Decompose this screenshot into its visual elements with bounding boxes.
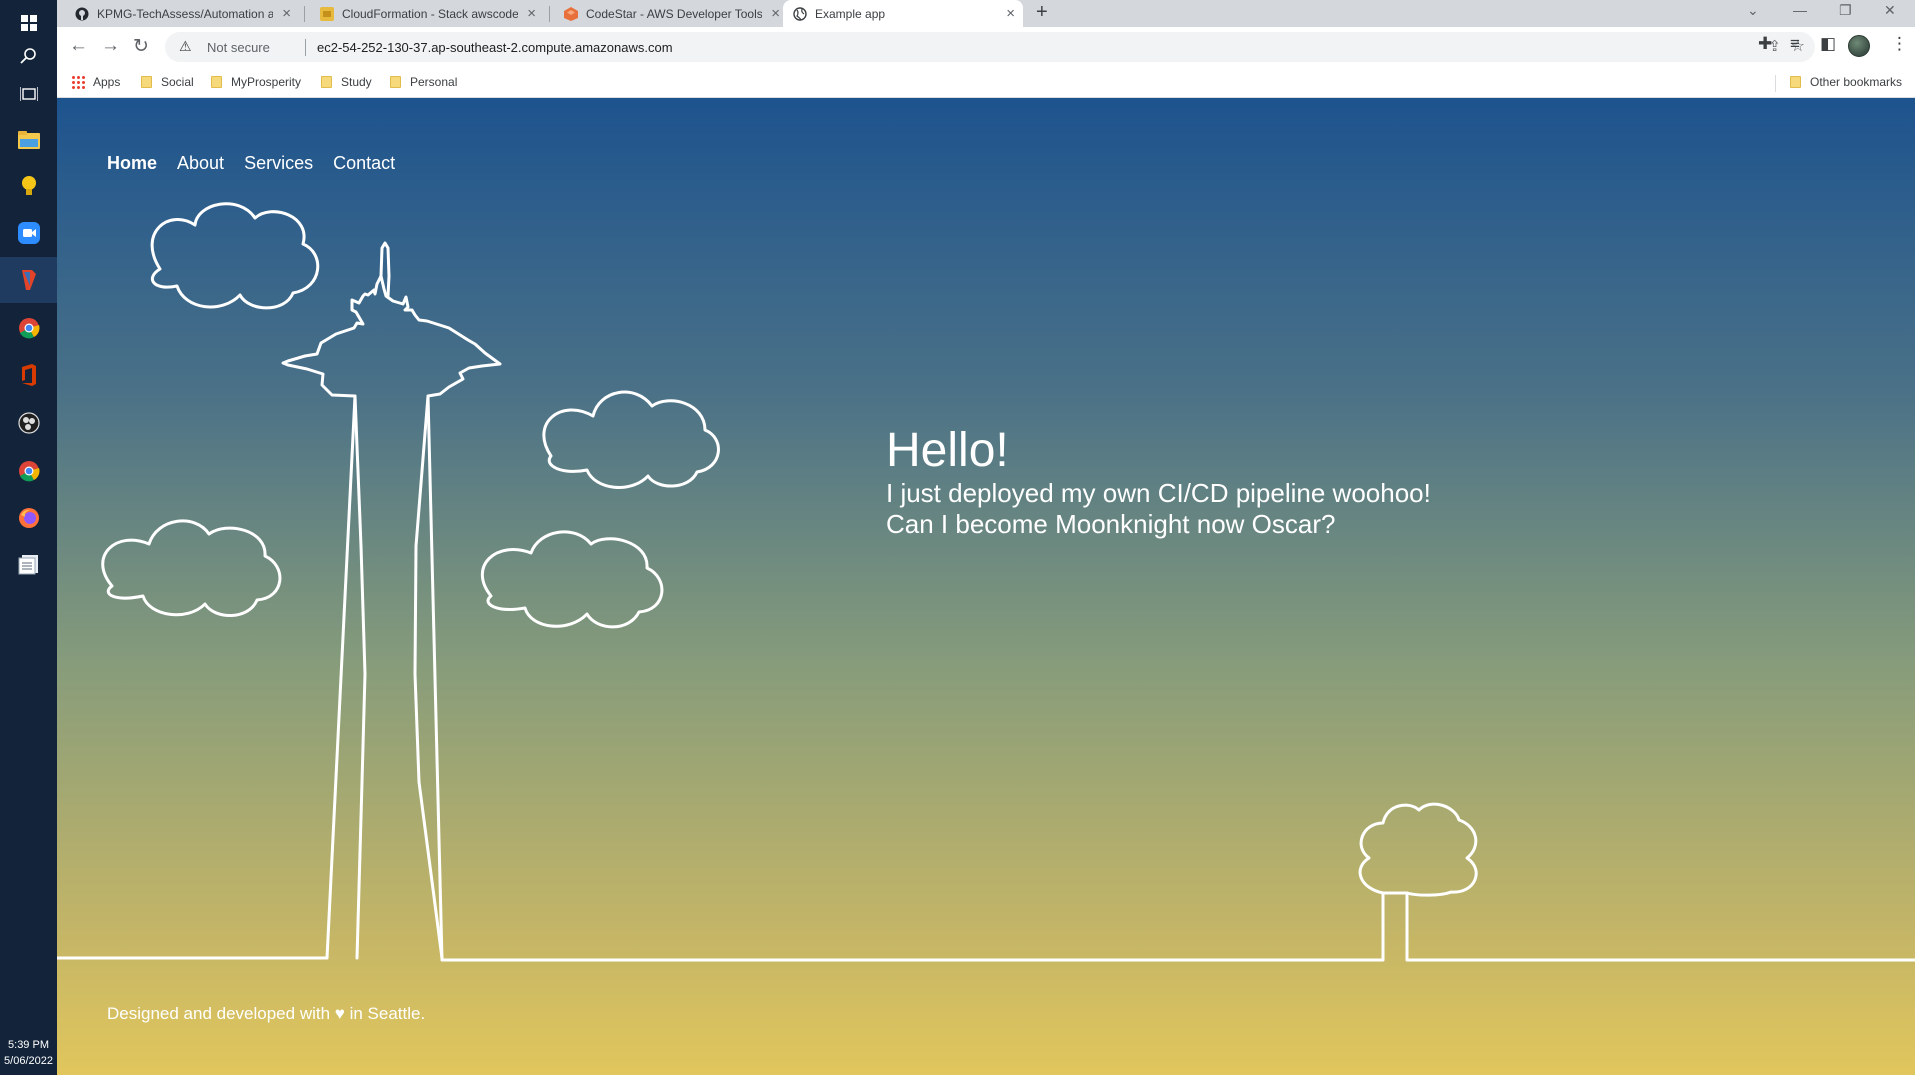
bookmark-folder[interactable]: Personal [390,75,457,89]
url-text[interactable]: ec2-54-252-130-37.ap-southeast-2.compute… [317,40,673,55]
taskbar-clock[interactable]: 5:39 PM 5/06/2022 [0,1037,57,1075]
extensions-icon[interactable]: ✚ [1758,34,1772,54]
windows-taskbar: 5:39 PM 5/06/2022 [0,0,57,1075]
bookmarks-separator [1775,75,1776,92]
tab-strip: KPMG-TechAssess/Automation a × CloudForm… [57,0,1915,27]
warning-icon[interactable]: ⚠ [179,38,192,55]
browser-tab[interactable]: KPMG-TechAssess/Automation a × [65,0,299,27]
tab-separator [549,6,550,22]
folder-icon [211,76,222,88]
browser-toolbar: ← → ↻ ⚠ Not secure ec2-54-252-130-37.ap-… [57,27,1915,67]
cloudformation-icon [320,6,334,21]
side-panel-icon[interactable]: ◧ [1820,34,1836,54]
address-separator [305,39,306,56]
folder-icon [141,76,152,88]
browser-tab[interactable]: CloudFormation - Stack awscode × [310,0,544,27]
ground-line [57,274,1915,962]
browser-tab[interactable]: CodeStar - AWS Developer Tools × [554,0,788,27]
document-stack-icon[interactable] [0,541,57,587]
close-icon[interactable]: × [771,5,780,22]
cloud [542,390,720,489]
page-content: Home About Services Contact Hello! I jus… [57,98,1915,1075]
globe-icon [793,6,807,21]
chrome-icon[interactable] [0,448,57,494]
tab-separator [304,6,305,22]
bookmark-label: Social [161,75,194,89]
reading-list-icon[interactable]: ≡ [1790,34,1800,54]
tree-canopy [1358,802,1478,897]
task-view-icon[interactable] [0,71,57,117]
bookmarks-bar: Apps Social MyProsperity Study Personal … [57,67,1915,98]
tower-shaft-line [413,394,444,960]
address-bar[interactable]: ⚠ Not secure ec2-54-252-130-37.ap-southe… [165,32,1815,62]
bookmark-label: Personal [410,75,458,89]
reload-icon[interactable]: ↻ [133,35,149,58]
folder-icon [1790,76,1801,88]
cloud [150,202,320,310]
nav-link-contact[interactable]: Contact [333,153,395,174]
bookmark-apps[interactable]: Apps [71,75,120,89]
folder-icon [321,76,332,88]
nav-link-services[interactable]: Services [244,153,313,174]
bookmark-folder[interactable]: MyProsperity [211,75,301,89]
bookmark-other[interactable]: Other bookmarks [1790,75,1902,89]
footer-credit: Designed and developed with ♥ in Seattle… [107,1004,426,1023]
git-icon[interactable] [0,257,57,303]
nav-link-about[interactable]: About [177,153,224,174]
hero-line-1: I just deployed my own CI/CD pipeline wo… [886,478,1431,508]
hero-title: Hello! [886,424,1009,477]
folder-icon [390,76,401,88]
firefox-icon[interactable] [0,495,57,541]
bookmark-folder[interactable]: Study [321,75,372,89]
browser-tab-active[interactable]: Example app × [783,0,1023,27]
hero-line-2: Can I become Moonknight now Oscar? [886,509,1336,539]
seattle-line-art [57,202,1915,962]
apps-grid-icon [71,75,85,89]
tab-search-icon[interactable]: ⌄ [1747,2,1759,19]
obs-icon[interactable] [0,400,57,446]
bookmark-label: Study [341,75,372,89]
close-icon[interactable]: × [282,5,291,22]
cloud [480,530,664,629]
codestar-icon [564,6,578,21]
bookmark-folder[interactable]: Social [141,75,194,89]
close-window-icon[interactable]: ✕ [1884,2,1896,19]
chrome-icon[interactable] [0,305,57,351]
new-tab-icon[interactable]: + [1036,1,1048,24]
clock-date: 5/06/2022 [4,1055,53,1067]
profile-avatar[interactable] [1848,35,1870,57]
nav-link-home[interactable]: Home [107,153,157,174]
clock-time: 5:39 PM [8,1039,49,1051]
bookmark-label: MyProsperity [231,75,302,89]
cloud [101,519,282,617]
github-icon [75,7,89,20]
forward-icon[interactable]: → [101,35,120,57]
minimize-icon[interactable]: — [1793,2,1807,18]
zoom-icon[interactable] [0,210,57,256]
office-icon[interactable] [0,352,57,398]
lightbulb-icon[interactable] [0,163,57,209]
tab-title: KPMG-TechAssess/Automation a [97,6,273,21]
security-label[interactable]: Not secure [207,40,270,55]
back-icon[interactable]: ← [69,35,88,57]
tower-shaft-line [353,394,367,960]
bookmark-label: Other bookmarks [1810,75,1903,89]
tab-title: CloudFormation - Stack awscode [342,6,518,21]
site-navigation: Home About Services Contact [107,153,395,174]
close-icon[interactable]: × [1006,5,1015,22]
tab-title: Example app [815,6,886,21]
tab-title: CodeStar - AWS Developer Tools [586,6,762,21]
hero-section: Hello! I just deployed my own CI/CD pipe… [886,424,1431,540]
file-explorer-icon[interactable] [0,117,57,163]
bookmark-label: Apps [93,75,121,89]
close-icon[interactable]: × [527,5,536,22]
restore-icon[interactable]: ❐ [1839,2,1852,19]
browser-chrome: KPMG-TechAssess/Automation a × CloudForm… [57,0,1915,98]
menu-icon[interactable]: ⋮ [1891,34,1908,54]
